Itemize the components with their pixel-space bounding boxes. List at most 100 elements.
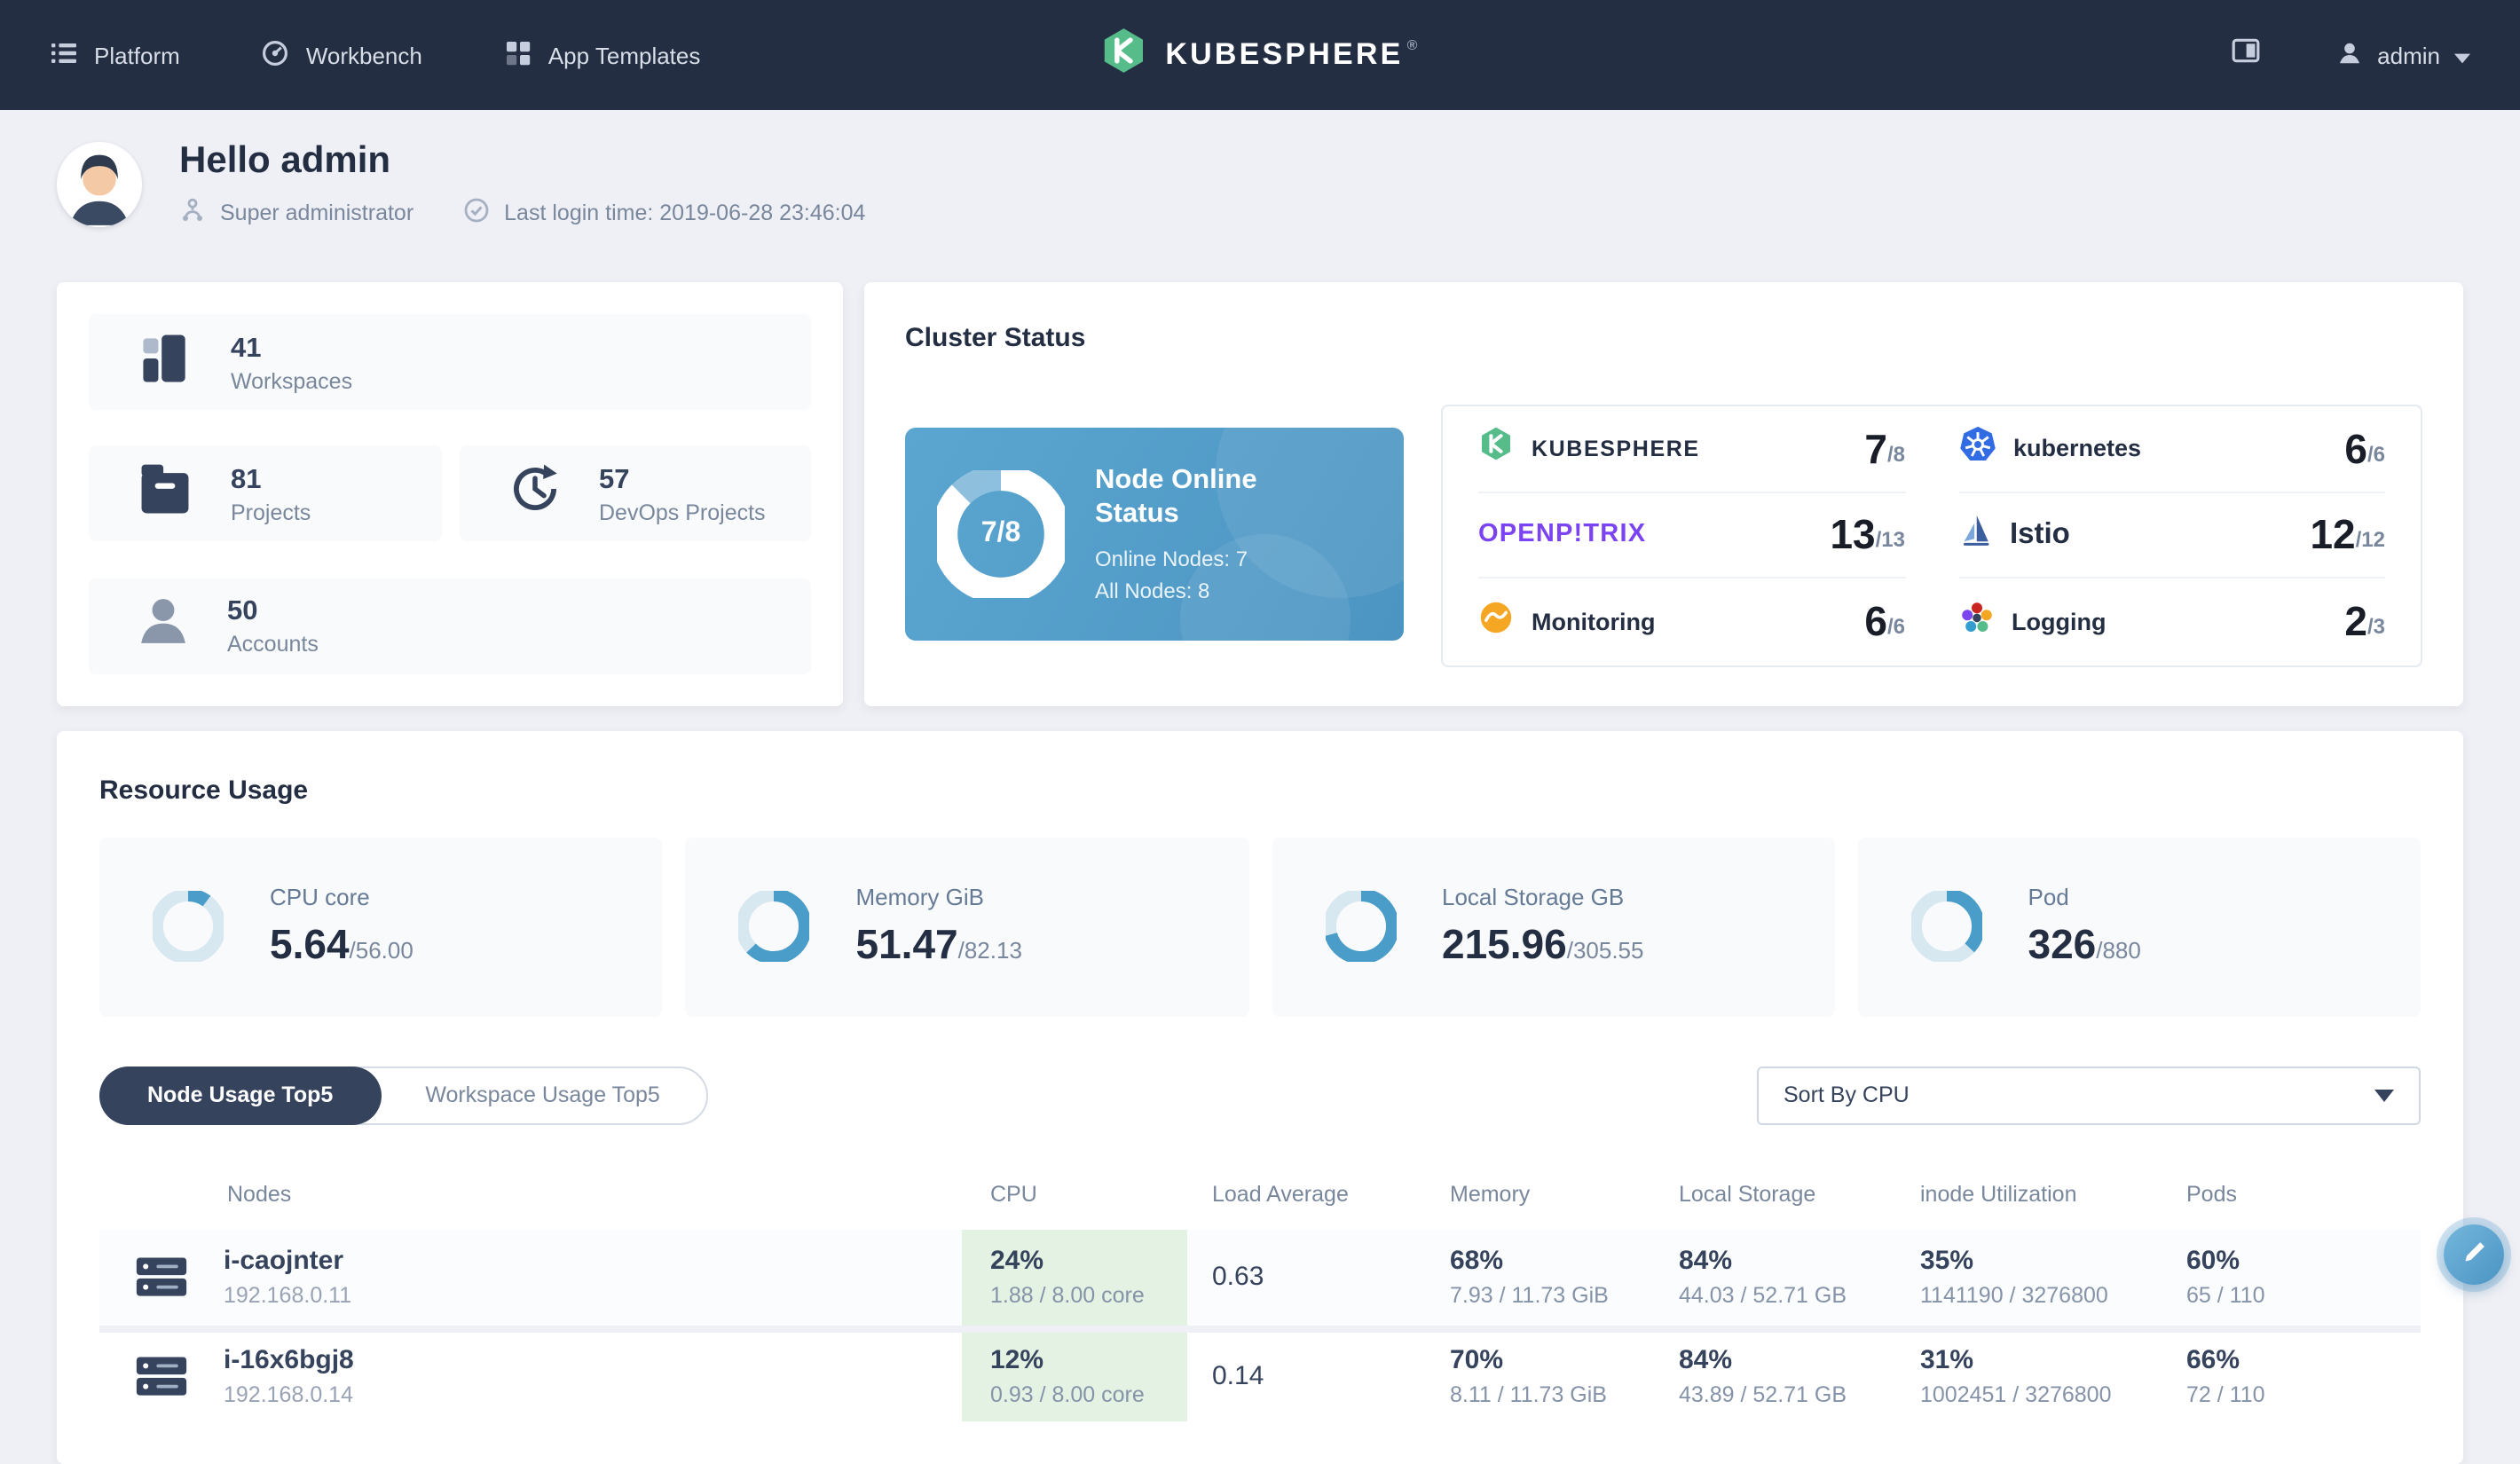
node-name[interactable]: i-16x6bgj8 <box>224 1346 962 1378</box>
role-badge-icon <box>179 197 206 229</box>
overview-stats-card: 41 Workspaces 81 Projects 57 DevOps Proj… <box>57 282 843 706</box>
stat-value: 41 <box>231 333 262 363</box>
edit-fab-button[interactable] <box>2444 1224 2504 1285</box>
table-row[interactable]: i-16x6bgj8 192.168.0.14 12% 0.93 / 8.00 … <box>99 1325 2421 1421</box>
node-online-donut: 7/8 <box>937 470 1065 598</box>
local-storage-cell: 84% 43.89 / 52.71 GB <box>1654 1346 1895 1408</box>
user-menu[interactable]: admin <box>2335 38 2470 72</box>
page-title: Hello admin <box>179 140 391 181</box>
nav-item-label: App Templates <box>547 42 701 68</box>
stat-text: 57 DevOps Projects <box>599 463 766 525</box>
greeting-text-block: Hello admin Super administrator Last log… <box>179 140 865 229</box>
cluster-status-title: Cluster Status <box>905 323 1086 353</box>
column-header-inode-utilization: inode Utilization <box>1920 1181 2077 1207</box>
pods-cell: 60% 65 / 110 <box>2162 1247 2421 1309</box>
all-nodes-count: All Nodes: 8 <box>1095 578 1210 602</box>
memory-percent: 68% <box>1450 1246 1504 1277</box>
resource-usage-card: Resource Usage CPU core 5.64/56.00 Memor… <box>57 730 2463 1464</box>
server-icon <box>99 1355 224 1399</box>
last-login-label: Last login time: 2019-06-28 23:46:04 <box>504 201 866 225</box>
column-header-memory: Memory <box>1450 1181 1531 1207</box>
stat-label: Accounts <box>227 632 319 657</box>
component-kubesphere: KUBESPHERE 7/8 <box>1478 406 1905 493</box>
stat-label: DevOps Projects <box>599 500 766 525</box>
component-count: 6/6 <box>2344 425 2385 472</box>
projects-icon <box>135 460 195 529</box>
component-name: kubernetes <box>2013 435 2142 462</box>
metric-cpu: CPU core 5.64/56.00 <box>99 837 663 1017</box>
tab-workspace-usage-top5[interactable]: Workspace Usage Top5 <box>377 1067 708 1125</box>
brand-reg-mark: ® <box>1406 37 1421 53</box>
component-count: 6/6 <box>1864 598 1905 645</box>
metric-text: Memory GiB 51.47/82.13 <box>856 885 1022 970</box>
stat-tile-accounts[interactable]: 50 Accounts <box>89 578 811 674</box>
memory-cell: 70% 8.11 / 11.73 GiB <box>1425 1346 1654 1408</box>
cpu-cell: 24% 1.88 / 8.00 core <box>962 1229 1187 1326</box>
server-icon <box>99 1255 224 1300</box>
tab-node-usage-top5[interactable]: Node Usage Top5 <box>99 1066 382 1125</box>
component-count: 12/12 <box>2310 511 2385 558</box>
node-online-title: Node Online Status <box>1095 464 1257 528</box>
inode-detail: 1141190 / 3276800 <box>1920 1283 2108 1309</box>
stat-tile-projects[interactable]: 81 Projects <box>89 445 441 542</box>
nav-item-label: Platform <box>94 42 180 68</box>
cluster-status-card: Cluster Status 7/8 Node Online Status On… <box>864 282 2463 706</box>
select-caret-icon <box>2374 1083 2394 1108</box>
inode-detail: 1002451 / 3276800 <box>1920 1382 2112 1408</box>
node-cell[interactable]: i-16x6bgj8 192.168.0.14 <box>224 1346 962 1408</box>
stat-text: 81 Projects <box>231 463 311 525</box>
kubesphere-brand[interactable]: KUBESPHERE ® <box>1099 27 1420 83</box>
component-name: Monitoring <box>1532 608 1656 635</box>
nav-item-workbench[interactable]: Workbench <box>262 38 422 72</box>
workspaces-icon <box>135 327 195 397</box>
component-name: KUBESPHERE <box>1532 436 1700 461</box>
component-logging: Logging 2/3 <box>1958 579 2385 665</box>
kubernetes-logo-icon <box>1958 426 1996 472</box>
sort-by-select[interactable]: Sort By CPU <box>1757 1066 2421 1125</box>
node-cell[interactable]: i-caojnter 192.168.0.11 <box>224 1247 962 1309</box>
platform-icon <box>50 38 78 72</box>
stat-tile-devops[interactable]: 57 DevOps Projects <box>459 445 811 542</box>
resource-usage-title: Resource Usage <box>99 775 309 806</box>
avatar <box>57 142 142 227</box>
pod-donut <box>1910 891 1982 963</box>
inode-cell: 35% 1141190 / 3276800 <box>1895 1247 2162 1309</box>
cpu-donut <box>153 891 224 963</box>
workbench-icon <box>262 38 290 72</box>
local-storage-cell: 84% 44.03 / 52.71 GB <box>1654 1247 1895 1309</box>
memory-cell: 68% 7.93 / 11.73 GiB <box>1425 1247 1654 1309</box>
cpu-percent: 24% <box>990 1246 1044 1277</box>
greeting-header: Hello admin Super administrator Last log… <box>0 110 2520 229</box>
cpu-percent: 12% <box>990 1345 1044 1376</box>
nav-item-app-templates[interactable]: App Templates <box>504 38 701 72</box>
user-name: admin <box>2377 42 2440 68</box>
stat-label: Workspaces <box>231 368 353 393</box>
user-icon <box>2335 38 2363 72</box>
online-nodes-count: Online Nodes: 7 <box>1095 546 1248 571</box>
component-monitoring: Monitoring 6/6 <box>1478 579 1905 665</box>
metric-label: Memory GiB <box>855 884 984 911</box>
stat-value: 81 <box>231 464 262 495</box>
local-storage-donut <box>1325 891 1396 963</box>
brand-name: KUBESPHERE ® <box>1165 37 1421 71</box>
stat-tile-workspaces[interactable]: 41 Workspaces <box>89 314 811 410</box>
accounts-icon <box>135 593 192 658</box>
node-name[interactable]: i-caojnter <box>224 1247 962 1279</box>
main-content: 41 Workspaces 81 Projects 57 DevOps Proj… <box>0 282 2520 1464</box>
component-count: 7/8 <box>1864 425 1905 472</box>
memory-donut <box>738 891 810 963</box>
nav-item-platform[interactable]: Platform <box>50 38 180 72</box>
split-panel-icon[interactable] <box>2230 35 2260 75</box>
metric-memory: Memory GiB 51.47/82.13 <box>685 837 1248 1017</box>
metric-label: Pod <box>2028 884 2069 911</box>
pods-detail: 72 / 110 <box>2186 1382 2265 1408</box>
component-istio: Istio 12/12 <box>1958 492 2385 579</box>
role-label: Super administrator <box>220 201 414 225</box>
metric-text: Local Storage GB 215.96/305.55 <box>1442 885 1643 970</box>
stat-value: 57 <box>599 464 630 495</box>
table-row[interactable]: i-caojnter 192.168.0.11 24% 1.88 / 8.00 … <box>99 1229 2421 1326</box>
cpu-detail: 1.88 / 8.00 core <box>990 1283 1145 1309</box>
inode-percent: 31% <box>1920 1345 1974 1376</box>
column-header-pods: Pods <box>2186 1181 2237 1207</box>
storage-percent: 84% <box>1679 1246 1733 1277</box>
